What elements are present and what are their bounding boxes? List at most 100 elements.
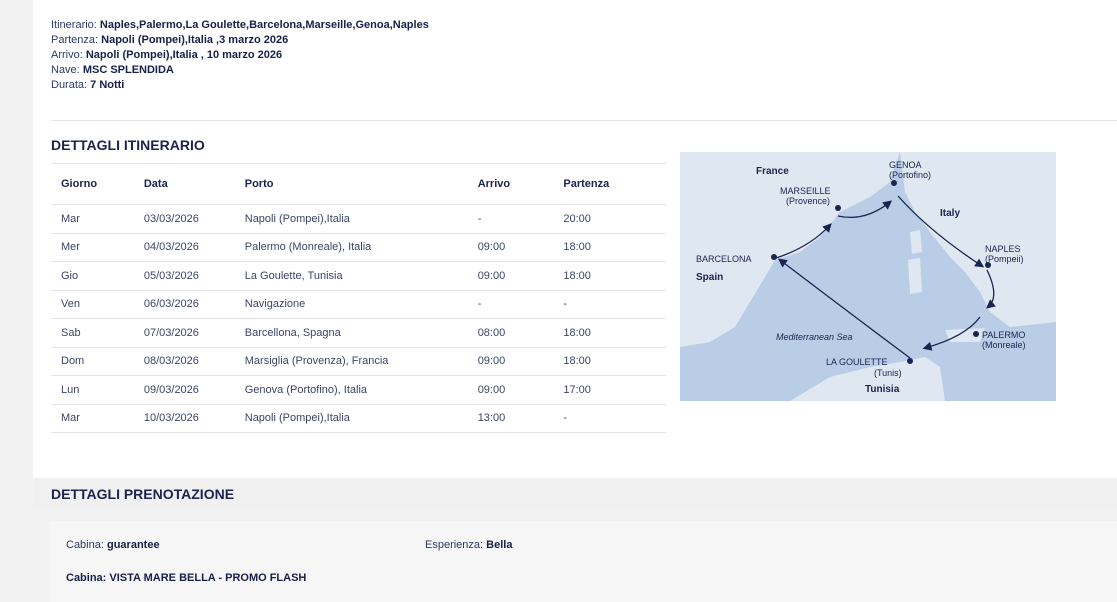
cell-departure: 18:00 <box>562 233 666 262</box>
experience-line: Esperienza: Bella <box>425 539 512 551</box>
cell-port: Navigazione <box>243 290 477 319</box>
section-divider <box>51 120 1117 121</box>
departure-value: Napoli (Pompei),Italia ,3 marzo 2026 <box>101 34 289 46</box>
cell-arrival: - <box>476 290 563 319</box>
table-row: Sab 07/03/2026 Barcellona, Spagna 08:00 18:0… <box>51 318 666 348</box>
cell-day: Mar <box>51 404 143 433</box>
map-label-palermo: PALERMO <box>982 330 1025 340</box>
table-row: Dom 08/03/2026 Marsiglia (Provenza), Franc… <box>51 347 666 376</box>
arrival-row: Arrivo: Napoli (Pompei),Italia , 10 marz… <box>51 48 429 63</box>
cell-date: 10/03/2026 <box>142 404 244 433</box>
table-header-row: Giorno Data Porto Arrivo Partenza <box>51 163 666 205</box>
departure-row: Partenza: Napoli (Pompei),Italia ,3 marz… <box>51 33 429 48</box>
cell-port: Barcellona, Spagna <box>243 318 477 348</box>
cell-date: 09/03/2026 <box>142 375 244 405</box>
map-label-spain: Spain <box>696 272 723 283</box>
cell-arrival: 13:00 <box>476 404 563 433</box>
cell-departure: 18:00 <box>562 261 666 291</box>
itinerary-table: Giorno Data Porto Arrivo Partenza Mar 03/… <box>51 163 666 433</box>
cell-date: 08/03/2026 <box>142 347 244 376</box>
col-departure-header: Partenza <box>562 163 666 205</box>
ship-row: Nave: MSC SPLENDIDA <box>51 63 429 78</box>
col-date-header: Data <box>142 163 244 205</box>
table-row: Gio 05/03/2026 La Goulette, Tunisia 09:00 18… <box>51 261 666 291</box>
table-row: Mer 04/03/2026 Palermo (Monreale), Italia 0… <box>51 233 666 262</box>
cell-day: Ven <box>51 290 143 319</box>
booking-details <box>50 521 1117 602</box>
table-row: Mar 10/03/2026 Napoli (Pompei),Italia 13:00… <box>51 404 666 433</box>
cell-departure: 20:00 <box>562 204 666 234</box>
cabin-line: Cabina: guarantee <box>66 539 160 551</box>
map-label-tunisia: Tunisia <box>865 384 900 395</box>
cell-port: Genova (Portofino), Italia <box>243 375 477 405</box>
cell-arrival: - <box>476 204 563 234</box>
cell-day: Dom <box>51 347 143 376</box>
cabin-label: Cabina: <box>66 539 104 551</box>
departure-label: Partenza: <box>51 34 99 46</box>
cell-date: 05/03/2026 <box>142 261 244 291</box>
map-label-lagoulette: LA GOULETTE <box>826 357 888 367</box>
itinerary-label: Itinerario: <box>51 19 97 31</box>
cell-date: 07/03/2026 <box>142 318 244 348</box>
col-port-header: Porto <box>243 163 477 205</box>
cell-port: Marsiglia (Provenza), Francia <box>243 347 477 376</box>
map-label-france: France <box>756 166 789 177</box>
map-label-marseille-sub: (Provence) <box>786 196 830 206</box>
itinerary-title: DETTAGLI ITINERARIO <box>51 137 205 153</box>
experience-value: Bella <box>486 539 513 551</box>
map-label-lagoulette-sub: (Tunis) <box>874 368 902 378</box>
duration-value: 7 Notti <box>90 79 125 91</box>
itinerary-map: France Italy Spain Tunisia Mediterranean… <box>680 152 1056 401</box>
cell-departure: 18:00 <box>562 318 666 348</box>
cell-arrival: 08:00 <box>476 318 563 348</box>
table-row: Ven 06/03/2026 Navigazione - - <box>51 290 666 319</box>
cabin-category-line: Cabina: VISTA MARE BELLA - PROMO FLASH <box>66 572 306 584</box>
map-label-naples: NAPLES <box>985 244 1021 254</box>
cabin-category-label: Cabina: <box>66 572 107 584</box>
cell-day: Mar <box>51 204 143 234</box>
map-label-genoa: GENOA <box>889 160 922 170</box>
cabin-value: guarantee <box>106 539 160 551</box>
cell-departure: - <box>562 404 666 433</box>
arrival-value: Napoli (Pompei),Italia , 10 marzo 2026 <box>85 49 283 61</box>
experience-label: Esperienza: <box>425 539 484 551</box>
duration-row: Durata: 7 Notti <box>51 78 429 93</box>
map-label-genoa-sub: (Portofino) <box>889 170 931 180</box>
map-label-sea: Mediterranean Sea <box>776 332 853 342</box>
map-label-barcelona: BARCELONA <box>696 254 752 264</box>
ship-label: Nave: <box>51 64 80 76</box>
map-sardinia <box>908 258 922 294</box>
map-label-marseille: MARSEILLE <box>780 186 831 196</box>
cell-day: Mer <box>51 233 143 262</box>
cell-arrival: 09:00 <box>476 347 563 376</box>
cell-arrival: 09:00 <box>476 375 563 405</box>
cell-arrival: 09:00 <box>476 261 563 291</box>
table-row: Mar 03/03/2026 Napoli (Pompei),Italia -20:0… <box>51 204 666 234</box>
cell-departure: 17:00 <box>562 375 666 405</box>
map-label-naples-sub: (Pompeii) <box>985 254 1024 264</box>
cell-arrival: 09:00 <box>476 233 563 262</box>
cell-departure: - <box>562 290 666 319</box>
arrival-label: Arrivo: <box>51 49 83 61</box>
col-day-header: Giorno <box>51 163 143 205</box>
duration-label: Durata: <box>51 79 88 91</box>
table-row: Lun 09/03/2026 Genova (Portofino), Italia 0… <box>51 375 666 405</box>
cell-port: La Goulette, Tunisia <box>243 261 477 291</box>
map-sicily <box>945 328 985 342</box>
ship-value: MSC SPLENDIDA <box>82 64 174 76</box>
cell-day: Gio <box>51 261 143 291</box>
col-arrival-header: Arrivo <box>476 163 563 205</box>
map-label-italy: Italy <box>940 208 960 219</box>
cell-day: Sab <box>51 318 143 348</box>
itinerary-value: Naples,Palermo,La Goulette,Barcelona,Mar… <box>99 19 429 31</box>
cell-day: Lun <box>51 375 143 405</box>
cell-port: Napoli (Pompei),Italia <box>243 404 477 433</box>
cell-date: 06/03/2026 <box>142 290 244 319</box>
cell-departure: 18:00 <box>562 347 666 376</box>
cell-date: 04/03/2026 <box>142 233 244 262</box>
cell-date: 03/03/2026 <box>142 204 244 234</box>
cell-port: Palermo (Monreale), Italia <box>243 233 477 262</box>
itinerary-row: Itinerario: Naples,Palermo,La Goulette,B… <box>51 18 429 33</box>
map-corsica <box>910 230 922 254</box>
cruise-summary: Itinerario: Naples,Palermo,La Goulette,B… <box>51 18 429 93</box>
